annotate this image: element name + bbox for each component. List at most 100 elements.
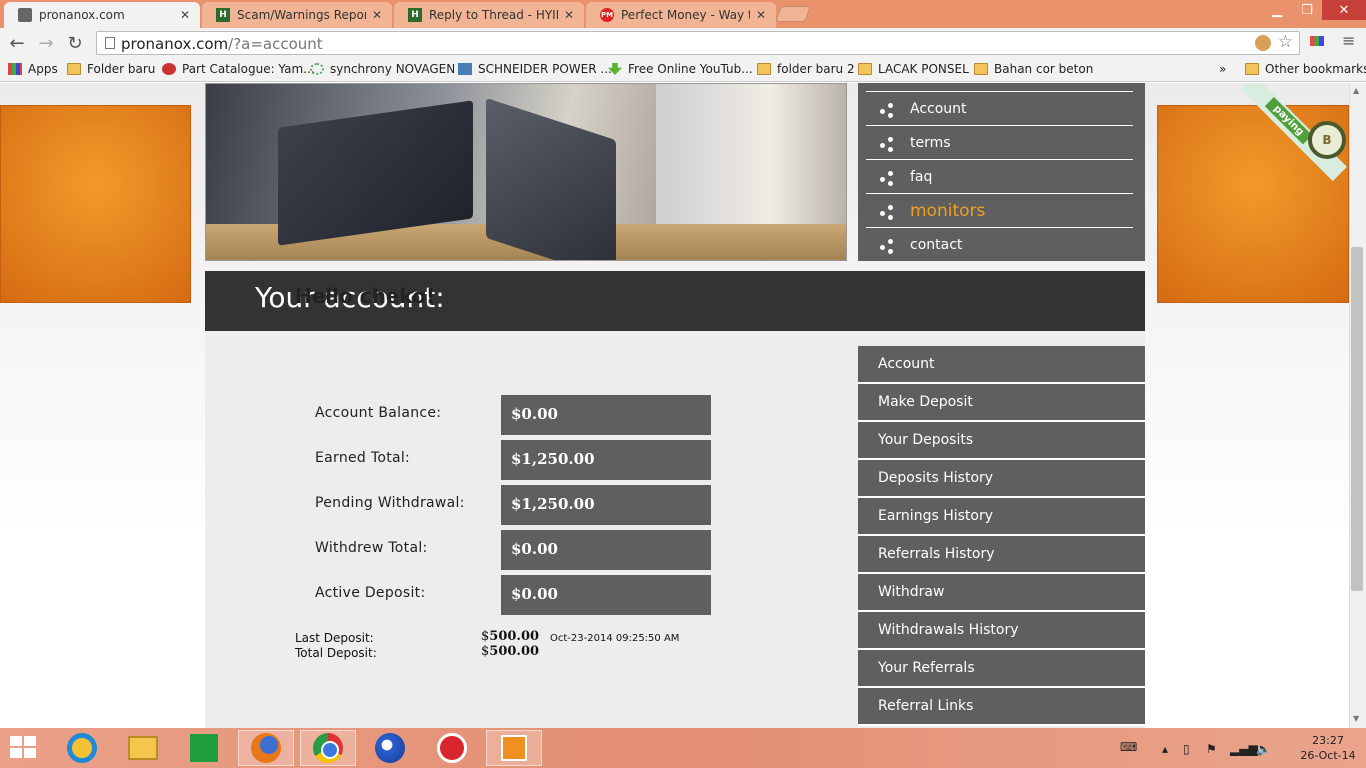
bookmark-part-catalogue[interactable]: Part Catalogue: Yam... bbox=[162, 62, 315, 76]
windows-start-icon[interactable] bbox=[10, 736, 38, 760]
bookmark-folder-baru-2[interactable]: folder baru 2 bbox=[757, 62, 855, 76]
scrollbar-thumb[interactable] bbox=[1351, 247, 1363, 591]
side-menu-earnings-history[interactable]: Earnings History bbox=[858, 498, 1145, 536]
chrome-menu-icon[interactable]: ≡ bbox=[1342, 33, 1356, 49]
scroll-up-icon[interactable]: ▲ bbox=[1353, 86, 1359, 95]
bullet-dots-icon bbox=[880, 205, 894, 220]
hyip-favicon-icon: H bbox=[216, 8, 230, 22]
side-menu-your-referrals[interactable]: Your Referrals bbox=[858, 650, 1145, 688]
nav-item-contact[interactable]: contact bbox=[866, 228, 1133, 262]
nav-item-label: contact bbox=[910, 237, 963, 253]
folder-icon bbox=[1245, 63, 1259, 75]
nav-item-faq[interactable]: faq bbox=[866, 160, 1133, 194]
nav-item-monitors[interactable]: monitors bbox=[866, 194, 1133, 228]
side-menu-referrals-history[interactable]: Referrals History bbox=[858, 536, 1145, 574]
back-icon[interactable]: ← bbox=[5, 31, 29, 55]
side-menu-your-deposits[interactable]: Your Deposits bbox=[858, 422, 1145, 460]
tab-perfect-money[interactable]: PM Perfect Money - Way to d ✕ bbox=[586, 2, 776, 28]
account-side-menu: Account Make Deposit Your Deposits Depos… bbox=[858, 346, 1145, 726]
clock-time: 23:27 bbox=[1312, 734, 1344, 747]
hero-laptop bbox=[486, 97, 616, 260]
download-manager-icon[interactable] bbox=[424, 730, 480, 766]
blocked-content-icon[interactable] bbox=[1255, 35, 1271, 51]
address-bar[interactable]: pronanox.com/?a=account ☆ bbox=[96, 31, 1300, 55]
close-window-button[interactable]: ✕ bbox=[1322, 0, 1366, 20]
folder-icon bbox=[974, 63, 988, 75]
system-clock[interactable]: 23:27 26-Oct-14 bbox=[1298, 733, 1358, 763]
site-icon bbox=[310, 63, 324, 75]
clock-date: 26-Oct-14 bbox=[1300, 749, 1356, 762]
action-center-flag-icon[interactable]: ⚑ bbox=[1206, 742, 1217, 756]
site-icon bbox=[162, 63, 176, 75]
browser-toolbar: ← → ↻ pronanox.com/?a=account ☆ bbox=[0, 28, 1366, 58]
decorative-panel-left bbox=[0, 105, 191, 303]
bookmark-lacak-ponsel[interactable]: LACAK PONSEL bbox=[858, 62, 969, 76]
greeting: Hello cheko! bbox=[295, 284, 435, 308]
side-menu-deposits-history[interactable]: Deposits History bbox=[858, 460, 1145, 498]
total-deposit-amount: $500.00 bbox=[481, 644, 540, 659]
side-menu-make-deposit[interactable]: Make Deposit bbox=[858, 384, 1145, 422]
internet-explorer-icon[interactable] bbox=[54, 730, 110, 766]
media-player-icon[interactable] bbox=[486, 730, 542, 766]
tab-reply-thread[interactable]: H Reply to Thread - HYIP - N ✕ bbox=[394, 2, 584, 28]
tab-title: Reply to Thread - HYIP - N bbox=[429, 8, 558, 22]
minimize-button[interactable]: ▁ bbox=[1262, 0, 1292, 20]
tab-pronanox[interactable]: pronanox.com ✕ bbox=[4, 2, 200, 28]
nav-item-account[interactable]: Account bbox=[866, 92, 1133, 126]
network-signal-icon[interactable]: ▂▄▆ bbox=[1230, 742, 1258, 756]
close-tab-icon[interactable]: ✕ bbox=[564, 8, 574, 22]
close-tab-icon[interactable]: ✕ bbox=[180, 8, 190, 22]
bookmark-folder-baru[interactable]: Folder baru bbox=[67, 62, 155, 76]
bookmark-star-icon[interactable]: ☆ bbox=[1278, 32, 1293, 52]
file-explorer-icon[interactable] bbox=[115, 730, 171, 766]
bookmark-apps[interactable]: Apps bbox=[8, 62, 58, 76]
bookmark-bahan-cor-beton[interactable]: Bahan cor beton bbox=[974, 62, 1093, 76]
side-menu-withdrawals-history[interactable]: Withdrawals History bbox=[858, 612, 1145, 650]
forward-icon[interactable]: → bbox=[34, 31, 58, 55]
stat-label: Withdrew Total: bbox=[315, 540, 428, 556]
bookmark-youtube-downloader[interactable]: Free Online YouTub... bbox=[608, 62, 753, 76]
active-deposit-value: $0.00 bbox=[501, 575, 711, 615]
close-tab-icon[interactable]: ✕ bbox=[756, 8, 766, 22]
maximize-button[interactable]: ❐ bbox=[1292, 0, 1322, 20]
hero-image bbox=[205, 83, 847, 261]
bookmark-schneider[interactable]: SCHNEIDER POWER ... bbox=[458, 62, 612, 76]
other-bookmarks[interactable]: Other bookmarks bbox=[1245, 62, 1366, 76]
url-text: pronanox.com/?a=account bbox=[121, 35, 323, 53]
browser-app-icon[interactable] bbox=[362, 730, 418, 766]
stat-label: Active Deposit: bbox=[315, 585, 426, 601]
reload-icon[interactable]: ↻ bbox=[63, 31, 87, 55]
extension-icon[interactable] bbox=[1310, 36, 1324, 46]
volume-icon[interactable]: 🔈 bbox=[1256, 742, 1271, 756]
scroll-down-icon[interactable]: ▼ bbox=[1353, 714, 1359, 723]
firefox-icon[interactable] bbox=[238, 730, 294, 766]
stat-label: Account Balance: bbox=[315, 405, 442, 421]
site-icon bbox=[458, 63, 472, 75]
close-tab-icon[interactable]: ✕ bbox=[372, 8, 382, 22]
side-menu-withdraw[interactable]: Withdraw bbox=[858, 574, 1145, 612]
show-hidden-icons-icon[interactable]: ▴ bbox=[1162, 742, 1168, 756]
pending-withdrawal-value: $1,250.00 bbox=[501, 485, 711, 525]
last-deposit-amount: $500.00 bbox=[481, 629, 540, 644]
chrome-icon[interactable] bbox=[300, 730, 356, 766]
bookmarks-overflow-button[interactable]: » bbox=[1219, 62, 1226, 76]
tab-scam-warnings[interactable]: H Scam/Warnings Reports (I ✕ bbox=[202, 2, 392, 28]
side-menu-account[interactable]: Account bbox=[858, 346, 1145, 384]
download-icon bbox=[608, 63, 622, 75]
hyip-favicon-icon: H bbox=[408, 8, 422, 22]
top-navigation: Account terms faq monitors contact bbox=[858, 83, 1145, 261]
folder-icon bbox=[858, 63, 872, 75]
paying-badge-icon[interactable]: B bbox=[1308, 121, 1346, 159]
keyboard-icon[interactable]: ⌨ bbox=[1120, 740, 1137, 754]
page-icon bbox=[18, 8, 32, 22]
side-menu-referral-links[interactable]: Referral Links bbox=[858, 688, 1145, 726]
new-tab-button[interactable] bbox=[775, 6, 811, 22]
tab-title: pronanox.com bbox=[39, 8, 125, 22]
bookmark-synchrony[interactable]: synchrony NOVAGEN bbox=[310, 62, 455, 76]
device-icon[interactable]: ▯ bbox=[1183, 742, 1190, 756]
page-icon bbox=[105, 37, 115, 49]
apps-icon bbox=[8, 63, 22, 75]
nav-item-terms[interactable]: terms bbox=[866, 126, 1133, 160]
store-icon[interactable] bbox=[176, 730, 232, 766]
bookmarks-bar: Apps Folder baru Part Catalogue: Yam... … bbox=[0, 58, 1366, 82]
